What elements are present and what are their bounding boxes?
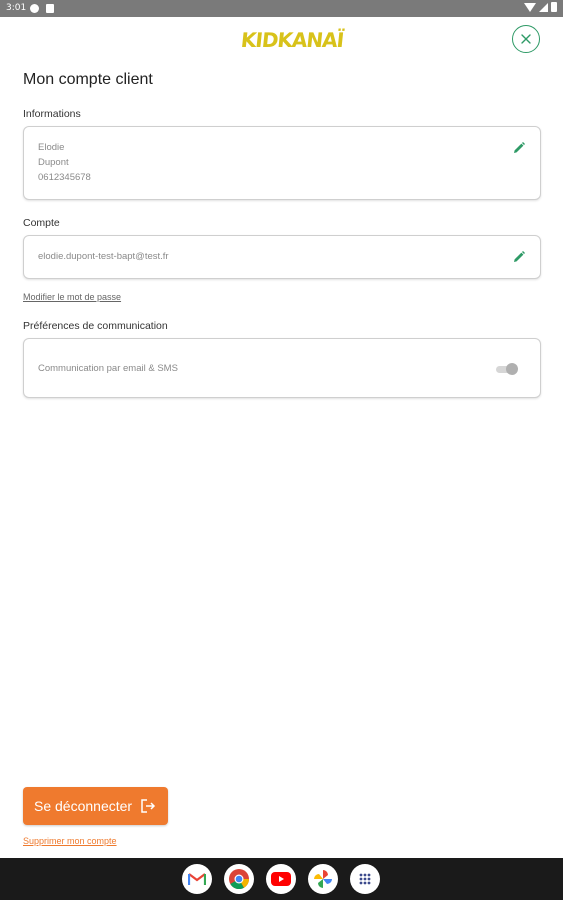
gmail-app[interactable] [182,864,212,894]
last-name: Dupont [38,157,69,168]
logout-button[interactable]: Se déconnecter [23,787,168,825]
logout-label: Se déconnecter [34,798,133,814]
taskbar [0,858,563,900]
status-bar: 3:01 [0,0,563,17]
chrome-icon [229,869,250,890]
logout-icon [141,799,156,813]
delete-account-link[interactable]: Supprimer mon compte [23,836,117,846]
photos-app[interactable] [308,864,338,894]
edit-informations-icon[interactable] [512,141,526,155]
close-icon [521,34,531,44]
status-time: 3:01 [6,3,27,13]
phone-number: 0612345678 [38,172,91,183]
first-name: Elodie [38,142,65,153]
preferences-card: Communication par email & SMS [23,338,541,398]
page-title: Mon compte client [23,71,153,88]
gmail-icon [188,873,206,885]
kidkanai-logo: KIDKANAÏ [239,28,345,52]
battery-icon [551,2,557,12]
compte-label: Compte [23,217,60,229]
communication-toggle[interactable] [494,363,518,375]
youtube-app[interactable] [266,864,296,894]
preferences-label: Préférences de communication [23,320,168,332]
youtube-icon [271,872,291,886]
photos-icon [314,870,332,888]
email-value: elodie.dupont-test-bapt@test.fr [38,251,169,262]
informations-label: Informations [23,108,81,120]
storage-icon [46,4,54,13]
signal-icon [539,2,548,12]
notification-icon [30,4,39,13]
status-indicators [524,2,557,12]
communication-option-label: Communication par email & SMS [38,363,178,374]
informations-card: Elodie Dupont 0612345678 [23,126,541,200]
edit-account-icon[interactable] [512,250,526,264]
compte-card: elodie.dupont-test-bapt@test.fr [23,235,541,279]
chrome-app[interactable] [224,864,254,894]
app-drawer[interactable] [350,864,380,894]
change-password-link[interactable]: Modifier le mot de passe [23,292,121,302]
app-drawer-icon [359,873,371,885]
wifi-icon [524,2,536,12]
close-button[interactable] [512,25,540,53]
toggle-thumb [506,363,518,375]
